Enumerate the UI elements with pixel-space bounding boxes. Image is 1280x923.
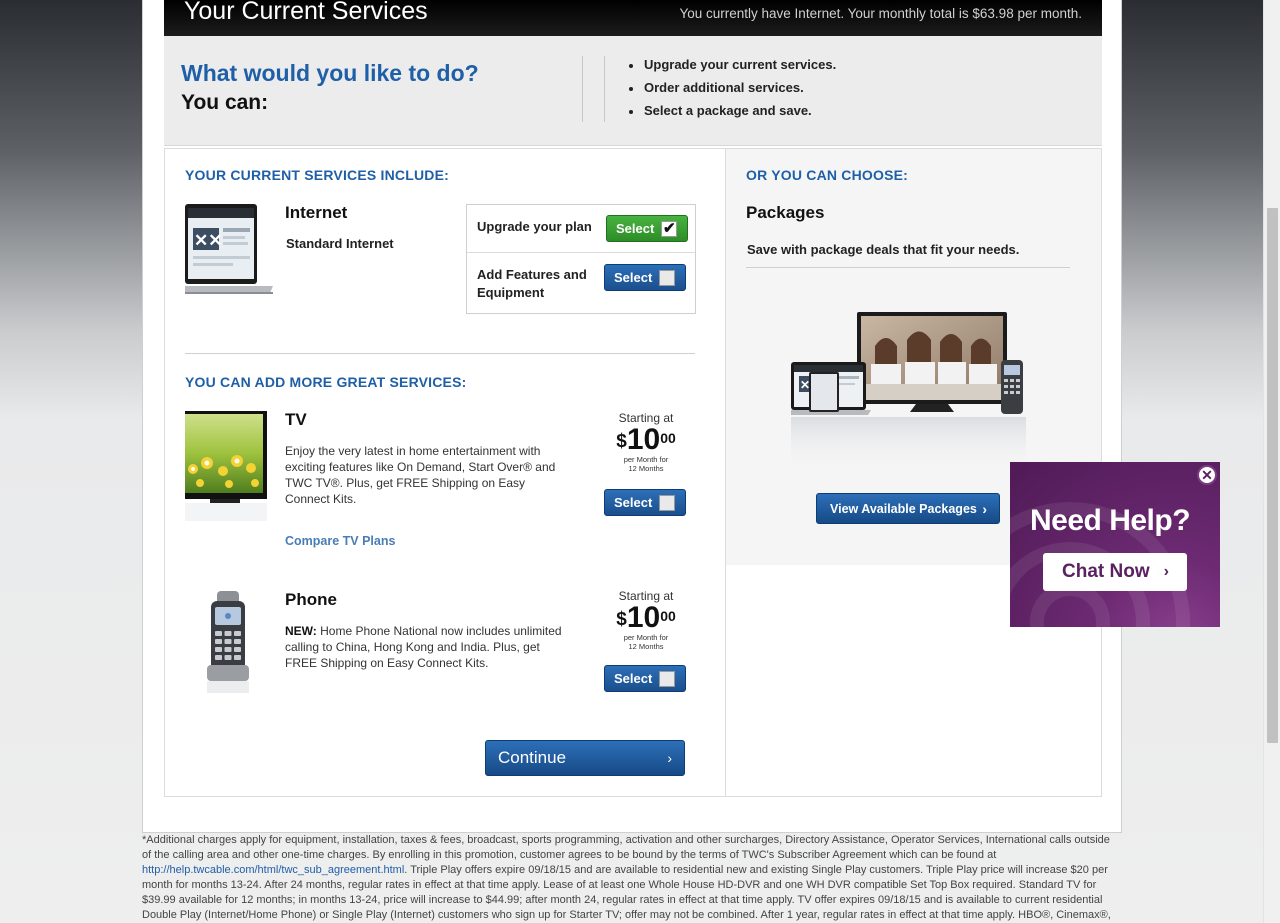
checkbox-icon <box>659 495 675 511</box>
tv-select-button[interactable]: Select <box>604 489 686 516</box>
features-label: Add Features and Equipment <box>477 267 587 300</box>
tv-price: Starting at $1000 per Month for 12 Months <box>605 411 687 473</box>
current-plan-name: Standard Internet <box>286 236 394 251</box>
price-term: per Month for 12 Months <box>623 455 669 473</box>
phone-description: NEW: Home Phone National now includes un… <box>285 624 562 670</box>
laptop-image: ✕✕ <box>185 204 273 294</box>
question-subheading: You can: <box>181 91 269 114</box>
main-panel: YOUR CURRENT SERVICES INCLUDE: ✕✕ Intern… <box>164 148 1102 797</box>
continue-label: Continue <box>498 748 567 767</box>
features-select-button[interactable]: Select <box>604 264 686 291</box>
option-upgrade: Upgrade your current services. <box>628 57 836 80</box>
page-title: Your Current Services <box>184 0 428 25</box>
price-amount: $1000 <box>616 423 676 456</box>
question-heading: What would you like to do? <box>181 60 479 86</box>
view-packages-label: View Available Packages <box>830 501 977 516</box>
page-container: Your Current Services You currently have… <box>142 0 1122 833</box>
chevron-right-icon: › <box>667 750 672 766</box>
close-icon[interactable]: ✕ <box>1197 465 1217 485</box>
chat-headline: Need Help? <box>1030 504 1191 537</box>
options-list: Upgrade your current services. Order add… <box>628 57 836 126</box>
select-label: Select <box>614 270 653 285</box>
select-label: Select <box>616 221 655 236</box>
price-term: per Month for 12 Months <box>623 633 669 651</box>
add-services-heading: YOU CAN ADD MORE GREAT SERVICES: <box>185 374 467 390</box>
checkbox-checked-icon <box>661 219 677 237</box>
divider <box>746 267 1070 268</box>
monthly-total-summary: You currently have Internet. Your monthl… <box>679 6 1082 21</box>
select-label: Select <box>614 495 653 510</box>
svg-text:✕✕: ✕✕ <box>194 231 223 250</box>
divider <box>582 56 583 122</box>
chat-now-label: Chat Now <box>1062 561 1150 582</box>
tv-description: Enjoy the very latest in home entertainm… <box>285 444 556 506</box>
chevron-right-icon: › <box>982 500 987 517</box>
option-package: Select a package and save. <box>628 103 836 126</box>
vertical-scrollbar[interactable] <box>1263 0 1280 923</box>
phone-select-button[interactable]: Select <box>604 665 686 692</box>
phone-name: Phone <box>285 590 337 609</box>
question-panel: What would you like to do? You can: Upgr… <box>164 36 1102 146</box>
new-label: NEW: <box>285 624 317 638</box>
phone-price: Starting at $1000 per Month for 12 Months <box>605 589 687 651</box>
continue-button[interactable]: Continue › <box>485 740 685 776</box>
packages-devices-image: ✕✕ <box>791 312 1026 472</box>
services-column: YOUR CURRENT SERVICES INCLUDE: ✕✕ Intern… <box>165 149 726 796</box>
current-services-heading: YOUR CURRENT SERVICES INCLUDE: <box>185 167 449 183</box>
view-packages-button[interactable]: View Available Packages › <box>816 493 1000 524</box>
compare-tv-plans-link[interactable]: Compare TV Plans <box>285 534 395 548</box>
divider <box>604 56 605 122</box>
upgrade-row: Upgrade your plan Select <box>467 205 695 253</box>
current-service-name: Internet <box>285 203 348 222</box>
checkbox-icon <box>659 671 675 687</box>
packages-title: Packages <box>746 203 825 222</box>
option-order: Order additional services. <box>628 80 836 103</box>
chat-now-button[interactable]: Chat Now › <box>1043 553 1187 591</box>
packages-description: Save with package deals that fit your ne… <box>747 242 1020 257</box>
current-service-options: Upgrade your plan Select Add Features an… <box>466 204 696 314</box>
upgrade-label: Upgrade your plan <box>477 219 592 234</box>
subscriber-agreement-link[interactable]: http://help.twcable.com/html/twc_sub_agr… <box>142 864 404 876</box>
chat-help-ad[interactable]: ✕ Need Help? Chat Now › <box>1010 462 1220 627</box>
upgrade-select-button[interactable]: Select <box>606 215 688 242</box>
price-amount: $1000 <box>616 601 676 634</box>
legal-footnote: *Additional charges apply for equipment,… <box>142 834 1111 921</box>
phone-image <box>207 591 249 693</box>
section-divider <box>185 353 695 354</box>
tv-image <box>185 411 267 521</box>
chevron-right-icon: › <box>1163 563 1169 580</box>
checkbox-icon <box>659 270 675 286</box>
tv-name: TV <box>285 410 307 429</box>
select-label: Select <box>614 671 653 686</box>
packages-heading: OR YOU CAN CHOOSE: <box>746 167 909 183</box>
services-header: Your Current Services You currently have… <box>164 0 1102 36</box>
scrollbar-thumb[interactable] <box>1267 208 1278 743</box>
